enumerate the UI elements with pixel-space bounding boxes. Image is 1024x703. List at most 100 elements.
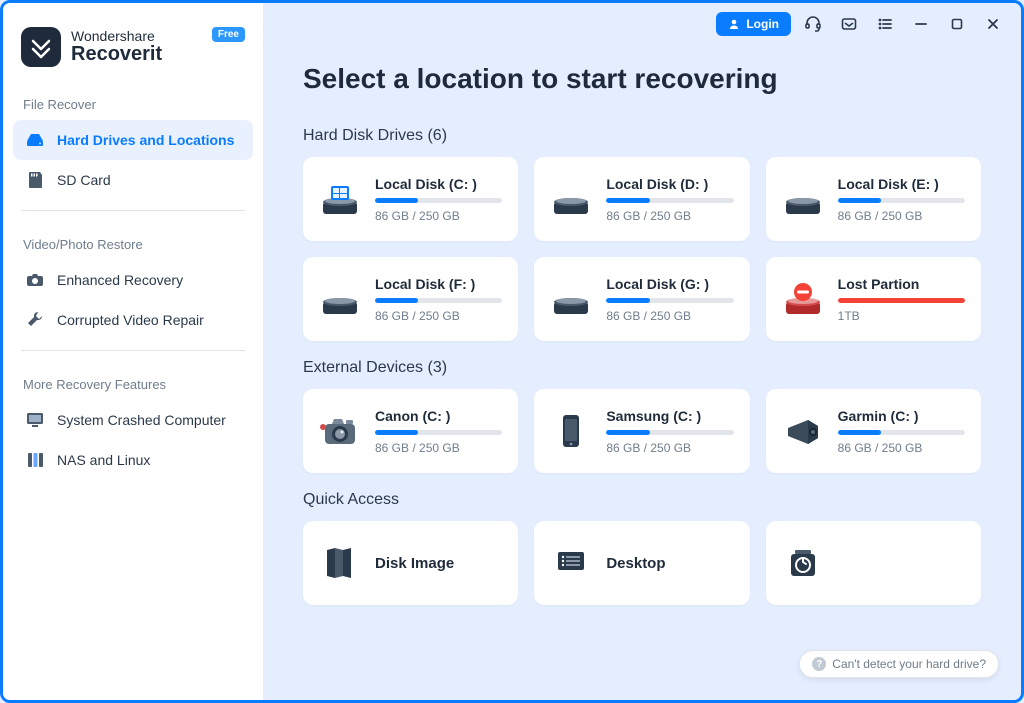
card-subtitle: 86 GB / 250 GB — [375, 209, 502, 223]
card-title: Local Disk (G: ) — [606, 276, 733, 292]
card-subtitle: 86 GB / 250 GB — [606, 209, 733, 223]
maximize-button[interactable] — [943, 10, 971, 38]
card-body: Canon (C: ) 86 GB / 250 GB — [375, 408, 502, 455]
phone-icon — [550, 410, 592, 452]
group-title-quick: Quick Access — [303, 473, 981, 521]
camera-icon — [319, 410, 361, 452]
drive-card[interactable]: Local Disk (F: )86 GB / 250 GB — [303, 257, 518, 341]
dashcam-icon — [782, 410, 824, 452]
usage-bar — [606, 430, 733, 435]
sidebar-item-label: NAS and Linux — [57, 452, 150, 468]
usage-bar-fill — [375, 298, 418, 303]
card-subtitle: 86 GB / 250 GB — [606, 309, 733, 323]
card-title: Samsung (C: ) — [606, 408, 733, 424]
hdd-icon — [319, 278, 361, 320]
usage-bar — [838, 198, 965, 203]
brand-logo-icon — [21, 27, 61, 67]
mail-icon[interactable] — [835, 10, 863, 38]
card-title: Local Disk (D: ) — [606, 176, 733, 192]
content: Hard Disk Drives (6) Local Disk (C: ) 86 … — [263, 103, 1021, 625]
monitor-icon — [25, 410, 45, 430]
usage-bar-fill — [838, 198, 881, 203]
drive-card[interactable]: Local Disk (G: ) 86 GB / 250 GB — [534, 257, 749, 341]
sidebar-item-enhanced-recovery[interactable]: Enhanced Recovery — [13, 260, 253, 300]
hdd-error-icon — [782, 278, 824, 320]
list-icon[interactable] — [871, 10, 899, 38]
drive-card[interactable]: Canon (C: ) 86 GB / 250 GB — [303, 389, 518, 473]
drive-card[interactable]: Lost Partion1TB — [766, 257, 981, 341]
card-subtitle: 86 GB / 250 GB — [375, 441, 502, 455]
section-header: More Recovery Features — [13, 361, 253, 400]
quick-grid: Disk Image Desktop — [303, 521, 981, 605]
card-subtitle: 86 GB / 250 GB — [838, 209, 965, 223]
usage-bar — [375, 198, 502, 203]
desktop-icon — [550, 542, 592, 584]
drive-card[interactable]: Local Disk (C: ) 86 GB / 250 GB — [303, 157, 518, 241]
usage-bar-fill — [375, 430, 418, 435]
drive-card[interactable]: Local Disk (E: )86 GB / 250 GB — [766, 157, 981, 241]
usage-bar-fill — [606, 198, 649, 203]
card-title: Disk Image — [375, 555, 502, 572]
brand: Wondershare Recoverit Free — [13, 21, 253, 81]
group-title-ext: External Devices (3) — [303, 341, 981, 389]
drive-card[interactable]: Garmin (C: ) 86 GB / 250 GB — [766, 389, 981, 473]
card-title: Garmin (C: ) — [838, 408, 965, 424]
hdd-icon — [550, 178, 592, 220]
usage-bar — [838, 298, 965, 303]
card-body: Local Disk (D: ) 86 GB / 250 GB — [606, 176, 733, 223]
sidebar-item-corrupted-video-repair[interactable]: Corrupted Video Repair — [13, 300, 253, 340]
card-title: Desktop — [606, 555, 733, 572]
hdd-grid: Local Disk (C: )86 GB / 250 GBLocal Disk… — [303, 157, 981, 341]
card-title: Local Disk (F: ) — [375, 276, 502, 292]
divider — [21, 210, 245, 211]
drive-card[interactable]: Samsung (C: ) 86 GB / 250 GB — [534, 389, 749, 473]
card-body: Samsung (C: ) 86 GB / 250 GB — [606, 408, 733, 455]
card-subtitle: 86 GB / 250 GB — [606, 441, 733, 455]
sidebar-item-hard-drives[interactable]: Hard Drives and Locations — [13, 120, 253, 160]
main: Login Select a location to start recover… — [263, 3, 1021, 700]
section-header: Video/Photo Restore — [13, 221, 253, 260]
recycle-icon — [782, 542, 824, 584]
ext-grid: Canon (C: ) 86 GB / 250 GB Samsung (C: ) 86… — [303, 389, 981, 473]
drive-card[interactable]: Local Disk (D: ) 86 GB / 250 GB — [534, 157, 749, 241]
sidebar-item-system-crashed[interactable]: System Crashed Computer — [13, 400, 253, 440]
question-icon: ? — [812, 657, 826, 671]
sidebar: Wondershare Recoverit Free File Recover … — [3, 3, 263, 700]
drive-card[interactable] — [766, 521, 981, 605]
card-subtitle: 1TB — [838, 309, 965, 323]
card-title: Local Disk (C: ) — [375, 176, 502, 192]
card-body: Local Disk (C: ) 86 GB / 250 GB — [375, 176, 502, 223]
usage-bar — [375, 430, 502, 435]
usage-bar-fill — [606, 430, 649, 435]
brand-name-top: Wondershare — [71, 29, 162, 44]
card-title: Canon (C: ) — [375, 408, 502, 424]
sd-card-icon — [25, 170, 45, 190]
help-chip[interactable]: ? Can't detect your hard drive? — [799, 650, 999, 678]
login-button[interactable]: Login — [716, 12, 791, 36]
usage-bar — [838, 430, 965, 435]
camera-small-icon — [25, 270, 45, 290]
card-body: Disk Image — [375, 555, 502, 572]
minimize-button[interactable] — [907, 10, 935, 38]
card-subtitle: 86 GB / 250 GB — [838, 441, 965, 455]
group-title-hdd: Hard Disk Drives (6) — [303, 109, 981, 157]
brand-name-bottom: Recoverit — [71, 44, 162, 65]
sidebar-item-label: System Crashed Computer — [57, 412, 226, 428]
section-header: File Recover — [13, 81, 253, 120]
sidebar-item-label: Hard Drives and Locations — [57, 132, 234, 148]
brand-text: Wondershare Recoverit — [71, 29, 162, 65]
divider — [21, 350, 245, 351]
close-button[interactable] — [979, 10, 1007, 38]
usage-bar-fill — [838, 430, 881, 435]
card-body: Lost Partion1TB — [838, 276, 965, 323]
wrench-icon — [25, 310, 45, 330]
usage-bar-fill — [375, 198, 418, 203]
support-icon[interactable] — [799, 10, 827, 38]
server-icon — [25, 450, 45, 470]
sidebar-item-label: SD Card — [57, 172, 111, 188]
drive-card[interactable]: Disk Image — [303, 521, 518, 605]
drive-card[interactable]: Desktop — [534, 521, 749, 605]
hdd-usb-icon — [550, 278, 592, 320]
sidebar-item-nas-linux[interactable]: NAS and Linux — [13, 440, 253, 480]
sidebar-item-sd-card[interactable]: SD Card — [13, 160, 253, 200]
